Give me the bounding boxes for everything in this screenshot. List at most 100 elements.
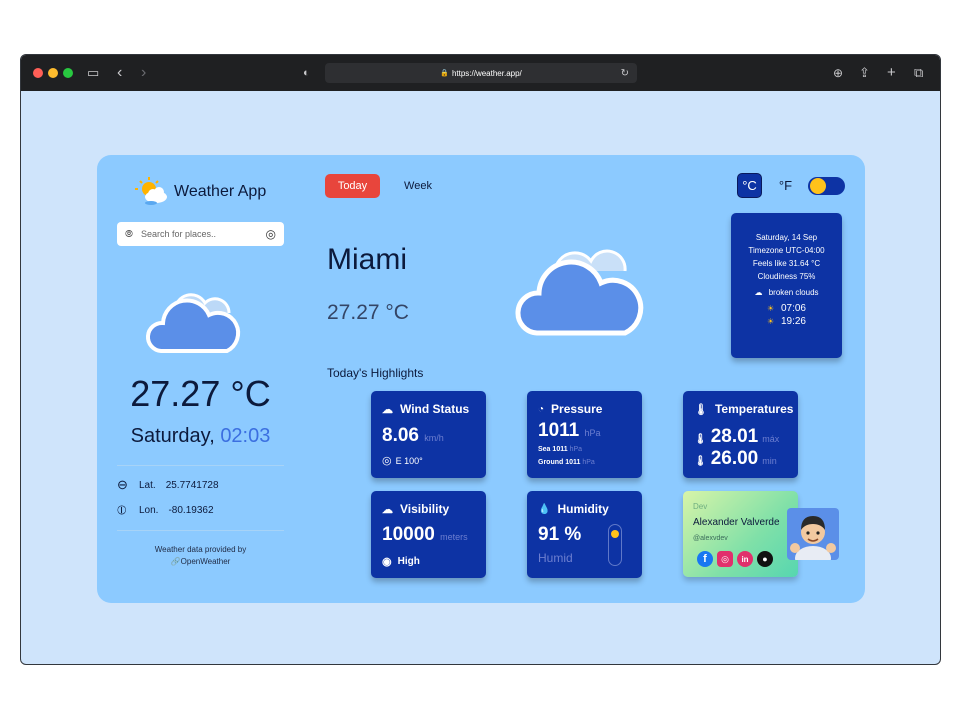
current-datetime: Saturday, 02:03 xyxy=(117,425,284,448)
theme-toggle[interactable] xyxy=(808,177,845,195)
download-icon[interactable]: ⊕ xyxy=(833,64,843,82)
info-condition: broken clouds xyxy=(768,288,819,297)
max-temp-row: 🌡 28.01 máx xyxy=(694,426,779,448)
max-temp-value: 28.01 xyxy=(710,426,759,447)
tab-week[interactable]: Week xyxy=(393,174,443,198)
linkedin-icon[interactable]: in xyxy=(737,551,753,567)
pressure-gauge-icon: ◔ xyxy=(538,403,545,415)
current-weather-cloud-icon xyxy=(145,293,241,353)
pressure-card: ◔ Pressure 1011 hPa Sea 1011 hPa Ground 1… xyxy=(527,391,642,478)
dev-label: Dev xyxy=(693,502,708,511)
location-pin-icon: ⦾ xyxy=(125,228,133,240)
min-temp-label: min xyxy=(762,456,777,466)
longitude-label: Lon. xyxy=(139,504,159,516)
ground-pressure-row: Ground 1011 hPa xyxy=(538,459,595,466)
celsius-button[interactable]: °C xyxy=(737,173,762,198)
cloud-icon: ☁ xyxy=(754,288,763,297)
humidity-title: Humidity xyxy=(557,502,609,516)
sidebar-toggle-icon[interactable]: ▭ xyxy=(87,64,99,82)
current-location-icon[interactable]: ◎ xyxy=(266,227,276,241)
latitude-icon: ⊖ xyxy=(117,477,128,492)
longitude-icon: ⦶ xyxy=(117,502,127,517)
current-temperature: 27.27 °C xyxy=(130,373,271,414)
max-temp-label: máx xyxy=(762,434,780,444)
fahrenheit-button[interactable]: °F xyxy=(773,173,798,198)
new-tab-icon[interactable]: + xyxy=(887,64,896,82)
visibility-card: ☁ Visibility 10000 meters ◉ High xyxy=(371,491,486,578)
pressure-value: 1011 xyxy=(538,420,580,441)
privacy-shield-icon[interactable]: ◐ xyxy=(303,64,310,82)
openweather-link-label: OpenWeather xyxy=(180,557,231,566)
min-thermometer-icon: 🌡 xyxy=(694,456,707,467)
min-temp-row: 🌡 26.00 min xyxy=(694,448,777,470)
city-name: Miami xyxy=(327,243,407,276)
visibility-title: Visibility xyxy=(400,502,450,516)
developer-card: Dev Alexander Valverde @alexvdev f ◎ in … xyxy=(683,491,798,577)
thermometer-icon: 🌡 xyxy=(694,403,708,416)
instagram-icon[interactable]: ◎ xyxy=(717,551,733,567)
divider xyxy=(117,530,284,531)
app-title: Weather App xyxy=(174,183,267,200)
openweather-link[interactable]: 🔗OpenWeather xyxy=(117,556,284,568)
pressure-title: Pressure xyxy=(551,402,603,416)
wind-value-row: 8.06 km/h xyxy=(382,425,444,447)
tab-today[interactable]: Today xyxy=(325,174,380,198)
cloud-outline-icon: ☁ xyxy=(382,503,393,516)
visibility-value-row: 10000 meters xyxy=(382,524,468,546)
close-window-button[interactable] xyxy=(33,68,43,78)
reload-icon[interactable]: ↻ xyxy=(621,68,629,79)
sun-cloud-logo-icon xyxy=(135,177,167,205)
back-icon[interactable]: ‹ xyxy=(117,64,122,82)
toggle-knob xyxy=(810,178,826,194)
sunrise-icon: ☀ xyxy=(767,304,775,313)
temperatures-title: Temperatures xyxy=(714,402,794,416)
search-placeholder: Search for places.. xyxy=(141,229,217,239)
visibility-level: High xyxy=(397,556,420,567)
humidity-gauge xyxy=(608,524,622,566)
dev-avatar xyxy=(787,508,839,560)
link-icon: 🔗 xyxy=(170,557,181,566)
visibility-unit: meters xyxy=(440,532,468,542)
share-icon[interactable]: ⇪ xyxy=(859,64,870,82)
humidity-card: 💧 Humidity 91 % Humid xyxy=(527,491,642,578)
humidity-label: Humid xyxy=(538,551,573,565)
sea-pressure-row: Sea 1011 hPa xyxy=(538,446,582,453)
latitude-label: Lat. xyxy=(139,479,156,491)
ground-unit: hPa xyxy=(582,459,595,466)
info-timezone: Timezone UTC-04:00 xyxy=(748,246,825,255)
memoji-avatar-icon xyxy=(790,516,836,560)
large-cloud-icon xyxy=(515,249,644,336)
latitude-value: 25.7741728 xyxy=(165,479,219,491)
wind-status-card: ☁ Wind Status 8.06 km/h ◎ E 100° xyxy=(371,391,486,478)
facebook-icon[interactable]: f xyxy=(697,551,713,567)
pressure-value-row: 1011 hPa xyxy=(538,420,601,442)
wind-direction: E 100° xyxy=(395,455,423,466)
tab-overview-icon[interactable]: ⧉ xyxy=(914,64,923,82)
city-temperature: 27.27 °C xyxy=(327,301,409,324)
dev-handle: @alexvdev xyxy=(693,535,728,542)
zoom-window-button[interactable] xyxy=(63,68,73,78)
eye-icon: ◉ xyxy=(382,556,392,568)
humidity-gauge-knob xyxy=(611,529,619,538)
longitude-row: ⦶ Lon. -80.19362 xyxy=(117,502,214,518)
ground-value: 1011 xyxy=(565,459,581,466)
wind-direction-row: ◎ E 100° xyxy=(382,454,423,467)
sunrise-time: 07:06 xyxy=(780,303,806,314)
sunset-time: 19:26 xyxy=(780,316,806,327)
search-input[interactable]: ⦾ Search for places.. ◎ xyxy=(117,222,284,246)
current-day: Saturday, xyxy=(130,425,215,447)
visibility-level-row: ◉ High xyxy=(382,555,420,568)
forward-icon[interactable]: › xyxy=(141,64,146,82)
info-cloudiness: Cloudiness 75% xyxy=(757,272,816,281)
address-bar[interactable]: 🔒 https://weather.app/ ↻ xyxy=(325,63,637,83)
minimize-window-button[interactable] xyxy=(48,68,58,78)
info-feels-like: Feels like 31.64 °C xyxy=(752,259,821,268)
browser-window: ▭ ‹ › ◐ 🔒 https://weather.app/ ↻ ⊕ ⇪ + ⧉ xyxy=(20,54,941,665)
sea-value: 1011 xyxy=(552,446,568,453)
min-temp-value: 26.00 xyxy=(710,448,759,469)
github-icon[interactable]: ● xyxy=(757,551,773,567)
humidity-value: 91 % xyxy=(538,524,582,545)
app-header: Weather App xyxy=(135,177,275,207)
wind-icon: ☁ xyxy=(382,403,393,416)
browser-toolbar: ▭ ‹ › ◐ 🔒 https://weather.app/ ↻ ⊕ ⇪ + ⧉ xyxy=(21,55,940,91)
